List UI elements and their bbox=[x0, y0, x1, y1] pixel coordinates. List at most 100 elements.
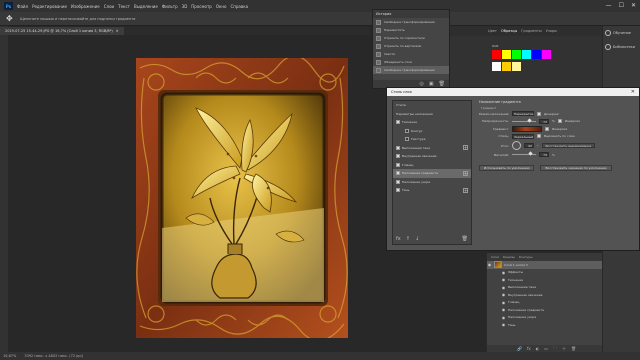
pattern-overlay-checkbox[interactable] bbox=[396, 179, 400, 184]
tab-channels[interactable]: Каналы bbox=[503, 255, 515, 259]
menu-view[interactable]: Просмотр bbox=[191, 4, 212, 9]
scale-slider[interactable] bbox=[512, 151, 536, 156]
eye-icon[interactable]: ◉ bbox=[501, 277, 506, 282]
dialog-titlebar[interactable]: Стиль слоя ✕ bbox=[387, 88, 639, 96]
history-item[interactable]: Свободное трансформирование bbox=[373, 18, 449, 26]
inner-glow-checkbox[interactable] bbox=[396, 154, 400, 159]
inner-glow-item[interactable]: Внутреннее свечение bbox=[393, 152, 471, 161]
drop-shadow-item[interactable]: Тень + bbox=[393, 186, 471, 195]
angle-input[interactable]: 90 bbox=[524, 143, 534, 148]
learn-panel-button[interactable]: Обучение bbox=[603, 26, 640, 40]
color-swatch[interactable] bbox=[492, 62, 501, 71]
inner-shadow-item[interactable]: Выполнение тени + bbox=[393, 144, 471, 153]
scale-slider-knob[interactable] bbox=[528, 151, 534, 156]
trash-icon[interactable]: 🗑 bbox=[462, 236, 468, 242]
eye-icon[interactable]: ◉ bbox=[501, 292, 506, 297]
align-layer-checkbox[interactable] bbox=[537, 134, 541, 139]
styles-header[interactable]: Стили bbox=[393, 101, 471, 110]
add-effect-plus-icon[interactable]: + bbox=[463, 187, 468, 193]
menu-type[interactable]: Текст bbox=[118, 4, 130, 9]
scale-input[interactable]: 79 bbox=[539, 152, 549, 158]
reset-alignment-button[interactable]: Восстановить выравнивание bbox=[541, 143, 596, 148]
menu-image[interactable]: Изображение bbox=[71, 4, 100, 9]
effect-row[interactable]: ◉ Тиснение bbox=[487, 276, 602, 284]
maximize-button[interactable]: ☐ bbox=[619, 2, 624, 9]
eye-icon[interactable]: ◉ bbox=[487, 262, 492, 267]
tab-gradients[interactable]: Градиенты bbox=[521, 29, 541, 33]
effect-row[interactable]: ◉ Внутреннее свечение bbox=[487, 291, 602, 299]
effect-row[interactable]: ◉ Эффекты bbox=[487, 269, 602, 277]
satin-item[interactable]: Глянец bbox=[393, 161, 471, 170]
bevel-emboss-item[interactable]: Тиснение bbox=[393, 118, 471, 127]
document-tab[interactable]: 2019-07-25 15-44-29.JPG @ 16,7% (Слой 1 … bbox=[0, 27, 124, 35]
move-tool-icon[interactable]: ✥ bbox=[6, 14, 14, 23]
make-default-button[interactable]: Использовать по умолчанию bbox=[479, 164, 535, 171]
close-tab-icon[interactable]: ✕ bbox=[116, 29, 119, 33]
gradient-style-select[interactable]: Зеркальный bbox=[512, 133, 534, 139]
adjustment-icon[interactable]: ◐ bbox=[536, 346, 540, 351]
folder-icon[interactable]: 🗀 bbox=[553, 345, 557, 352]
inner-shadow-checkbox[interactable] bbox=[396, 145, 400, 150]
add-effect-plus-icon[interactable]: + bbox=[463, 145, 468, 151]
opacity-input[interactable]: 72 bbox=[539, 118, 549, 124]
tab-swatches[interactable]: Образцы bbox=[501, 29, 517, 33]
color-swatch[interactable] bbox=[512, 50, 521, 59]
eye-icon[interactable]: ◉ bbox=[501, 322, 506, 327]
satin-checkbox[interactable] bbox=[396, 162, 400, 167]
trash-icon[interactable]: 🗑 bbox=[571, 346, 576, 351]
eye-icon[interactable]: ◉ bbox=[501, 315, 506, 320]
menu-3d[interactable]: 3D bbox=[182, 4, 188, 9]
contour-checkbox[interactable] bbox=[405, 128, 409, 133]
history-item-selected[interactable]: Свободное трансформирование bbox=[373, 66, 449, 74]
opacity-slider-knob[interactable] bbox=[527, 118, 532, 123]
history-item[interactable]: Переместить bbox=[373, 26, 449, 34]
drop-shadow-checkbox[interactable] bbox=[396, 188, 400, 193]
effect-row[interactable]: ◉ Тень bbox=[487, 321, 602, 329]
texture-checkbox[interactable] bbox=[405, 137, 409, 142]
move-down-icon[interactable]: ↓ bbox=[415, 236, 419, 242]
color-swatch[interactable] bbox=[492, 50, 501, 59]
close-window-button[interactable]: ✕ bbox=[631, 2, 636, 9]
effect-row[interactable]: ◉ Выполнение тени bbox=[487, 284, 602, 292]
color-swatch[interactable] bbox=[502, 50, 511, 59]
menu-layer[interactable]: Слои bbox=[104, 4, 114, 9]
fx-icon[interactable]: fx bbox=[396, 236, 401, 242]
bevel-checkbox[interactable] bbox=[396, 120, 400, 125]
color-swatch[interactable] bbox=[502, 62, 511, 71]
history-item[interactable]: Отразить по вертикали bbox=[373, 42, 449, 50]
zoom-level[interactable]: 16,67% bbox=[3, 354, 16, 358]
eye-icon[interactable]: ◉ bbox=[501, 285, 506, 290]
layer-row[interactable]: ◉ Слой 1 копия 3 bbox=[487, 261, 602, 269]
color-swatch[interactable] bbox=[522, 50, 531, 59]
gradient-overlay-item[interactable]: Наложение градиента + bbox=[393, 169, 471, 178]
effect-row[interactable]: ◉ Глянец bbox=[487, 299, 602, 307]
move-up-icon[interactable]: ↑ bbox=[406, 236, 410, 242]
fx-icon[interactable]: fx bbox=[527, 346, 531, 351]
color-swatch[interactable] bbox=[512, 62, 521, 71]
menu-select[interactable]: Выделение bbox=[134, 4, 158, 9]
history-item[interactable]: Объединить слои bbox=[373, 58, 449, 66]
pattern-overlay-item[interactable]: Наложение узора bbox=[393, 178, 471, 187]
link-icon[interactable]: 🔗 bbox=[517, 346, 522, 351]
blend-mode-select[interactable]: Перекрытие bbox=[512, 111, 534, 117]
tab-layers[interactable]: Слои bbox=[491, 255, 499, 259]
angle-dial[interactable] bbox=[512, 141, 521, 150]
effect-row[interactable]: ◉ Наложение градиента bbox=[487, 306, 602, 314]
color-swatch[interactable] bbox=[532, 50, 541, 59]
add-effect-plus-icon[interactable]: + bbox=[463, 170, 468, 176]
color-swatch[interactable] bbox=[542, 50, 551, 59]
tab-patterns[interactable]: Узоры bbox=[546, 29, 557, 33]
reset-default-button[interactable]: Восстановить значения по умолчанию bbox=[540, 164, 612, 171]
libraries-panel-button[interactable]: Библиотеки bbox=[603, 40, 640, 54]
gradient-overlay-checkbox[interactable] bbox=[396, 171, 400, 176]
menu-edit[interactable]: Редактирование bbox=[32, 4, 67, 9]
contour-item[interactable]: Контур bbox=[393, 127, 471, 136]
menu-file[interactable]: Файл bbox=[17, 4, 28, 9]
gradient-reverse-checkbox[interactable] bbox=[545, 126, 549, 131]
minimize-button[interactable]: — bbox=[606, 2, 612, 9]
opacity-slider[interactable] bbox=[512, 118, 536, 123]
tab-paths[interactable]: Контуры bbox=[519, 255, 533, 259]
reverse-checkbox[interactable] bbox=[557, 119, 562, 124]
history-item[interactable]: Свести bbox=[373, 50, 449, 58]
texture-item[interactable]: Текстура bbox=[393, 135, 471, 144]
